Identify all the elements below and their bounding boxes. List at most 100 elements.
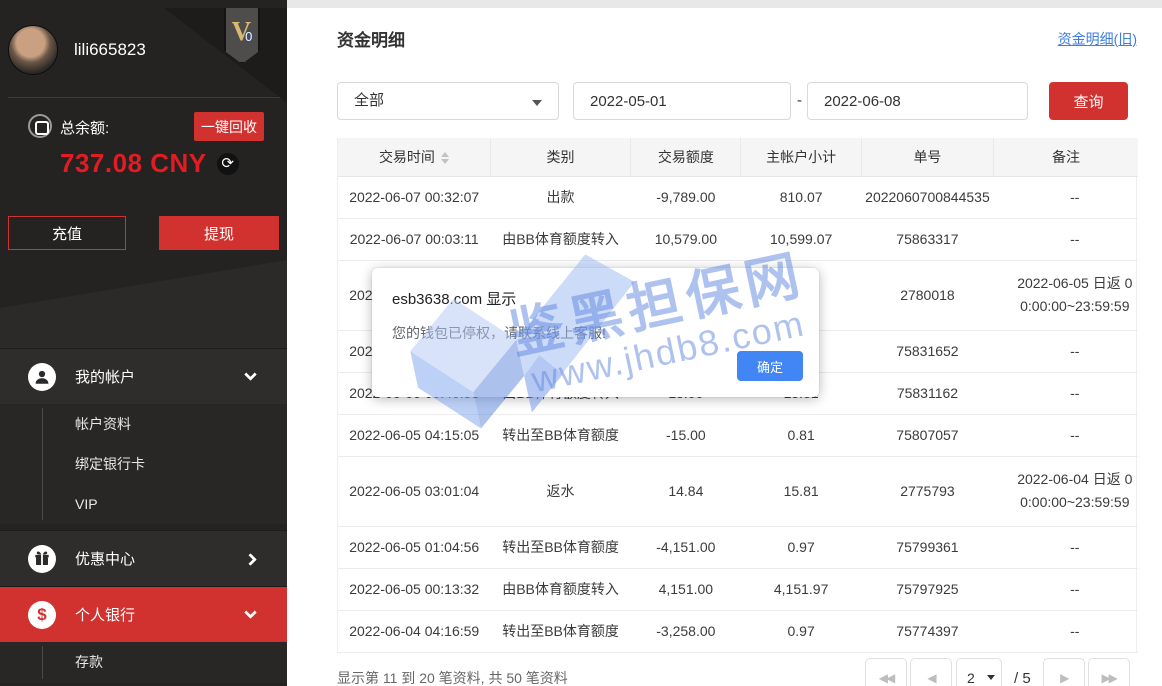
wallet-actions: 充值 提现: [8, 216, 279, 250]
table-row: 2022-06-05 00:13:32由BB体育额度转入4,151.004,15…: [338, 568, 1138, 610]
cell-order-no: 75797925: [861, 568, 993, 610]
cell-amount: -3,258.00: [631, 610, 741, 652]
filter-bar: 全部 - 查询: [337, 82, 1137, 120]
cell-category: 由BB体育额度转入: [490, 568, 630, 610]
sidebar-item-deposit[interactable]: 存款: [0, 642, 287, 682]
cell-amount: 4,151.00: [631, 568, 741, 610]
cell-order-no: 2775793: [861, 456, 993, 526]
cell-order-no: 2780018: [861, 260, 993, 330]
cell-amount: -9,789.00: [631, 176, 741, 218]
cell-subtotal: 15.81: [741, 456, 861, 526]
cell-time: 2022-06-07 00:03:11: [338, 218, 490, 260]
chevron-down-icon: [244, 368, 257, 381]
dollar-icon: $: [28, 601, 56, 629]
cell-note: --: [994, 526, 1138, 568]
type-select[interactable]: 全部: [337, 82, 559, 120]
cell-note: --: [994, 330, 1138, 372]
avatar[interactable]: [8, 25, 58, 75]
page-title: 资金明细: [337, 26, 405, 51]
main-header: 资金明细 资金明细(旧): [337, 26, 1137, 51]
prev-page-button[interactable]: ◀: [910, 658, 952, 686]
divider: [8, 97, 280, 98]
type-select-value: 全部: [354, 92, 384, 109]
username: lili665823: [74, 40, 146, 60]
table-row: 2022-06-07 00:32:07出款-9,789.00810.072022…: [338, 176, 1138, 218]
vip-level: 0: [245, 29, 252, 44]
cell-time: 2022-06-07 00:32:07: [338, 176, 490, 218]
dialog-message: 您的钱包已停权，请联系线上客服!: [392, 323, 606, 343]
header-amount: 交易额度: [631, 138, 741, 176]
sidebar-decoration: [0, 248, 287, 348]
sort-icon[interactable]: [441, 152, 449, 164]
sidebar-item-label: 个人银行: [75, 604, 135, 625]
sidebar-item-personal-bank[interactable]: $ 个人银行: [0, 586, 287, 642]
cell-subtotal: 10,599.07: [741, 218, 861, 260]
withdraw-button[interactable]: 提现: [159, 216, 279, 250]
refresh-icon[interactable]: ⟳: [217, 153, 239, 175]
date-to-input[interactable]: [807, 82, 1028, 120]
dialog-title: esb3638.com 显示: [392, 288, 516, 309]
cell-subtotal: 0.81: [741, 414, 861, 456]
cell-time: 2022-06-05 03:01:04: [338, 456, 490, 526]
cell-subtotal: 0.97: [741, 526, 861, 568]
table-row: 2022-06-05 03:01:04返水14.8415.81277579320…: [338, 456, 1138, 526]
cell-order-no: 75799361: [861, 526, 993, 568]
header-transaction-time[interactable]: 交易时间: [338, 138, 490, 176]
cell-subtotal: 810.07: [741, 176, 861, 218]
sidebar-item-vip[interactable]: VIP: [0, 484, 287, 524]
table-row: 2022-06-04 04:16:59转出至BB体育额度-3,258.000.9…: [338, 610, 1138, 652]
cell-amount: 10,579.00: [631, 218, 741, 260]
last-page-button[interactable]: ▶▶: [1088, 658, 1130, 686]
cell-category: 转出至BB体育额度: [490, 610, 630, 652]
header-note: 备注: [994, 138, 1138, 176]
cell-category: 返水: [490, 456, 630, 526]
sidebar-item-promotions[interactable]: 优惠中心: [0, 530, 287, 586]
cell-order-no: 75831162: [861, 372, 993, 414]
balance-label: 总余额:: [60, 117, 109, 138]
cell-order-no: 75807057: [861, 414, 993, 456]
cell-category: 转出至BB体育额度: [490, 526, 630, 568]
user-profile: lili665823: [8, 25, 146, 75]
cell-note: 2022-06-04 日返 00:00:00~23:59:59: [994, 456, 1138, 526]
sidebar: V 0 lili665823 总余额: 一键回收 737.08 CNY ⟳ 充值…: [0, 0, 287, 686]
cell-order-no: 75774397: [861, 610, 993, 652]
page-select[interactable]: 2: [956, 658, 1002, 686]
first-page-button[interactable]: ◀◀: [865, 658, 907, 686]
dialog-confirm-button[interactable]: 确定: [737, 351, 803, 381]
gift-icon: [28, 545, 56, 573]
page-select-wrap: 2: [956, 658, 1002, 686]
cell-category: 由BB体育额度转入: [490, 218, 630, 260]
sidebar-item-account-info[interactable]: 帐户资料: [0, 404, 287, 444]
balance-row: 总余额: 一键回收: [0, 112, 287, 142]
search-button[interactable]: 查询: [1049, 82, 1128, 120]
cell-category: 转出至BB体育额度: [490, 414, 630, 456]
chevron-down-icon: [244, 606, 257, 619]
header-subtotal: 主帐户小计: [741, 138, 861, 176]
table-row: 2022-06-05 04:15:05转出至BB体育额度-15.000.8175…: [338, 414, 1138, 456]
date-separator: -: [797, 92, 802, 109]
cell-order-no: 75863317: [861, 218, 993, 260]
cell-amount: -4,151.00: [631, 526, 741, 568]
submenu-my-account: 帐户资料 绑定银行卡 VIP: [0, 404, 287, 524]
date-from-input[interactable]: [573, 82, 791, 120]
funds-detail-legacy-link[interactable]: 资金明细(旧): [1058, 29, 1137, 49]
deposit-button[interactable]: 充值: [8, 216, 126, 250]
one-key-recycle-button[interactable]: 一键回收: [194, 112, 264, 141]
chevron-right-icon: [244, 553, 257, 566]
sidebar-decoration: [137, 8, 287, 103]
caret-down-icon: [532, 100, 542, 106]
cell-note: --: [994, 218, 1138, 260]
submenu-personal-bank: 存款: [0, 642, 287, 683]
cell-order-no: 2022060700844535: [861, 176, 993, 218]
sidebar-item-bind-bank-card[interactable]: 绑定银行卡: [0, 444, 287, 484]
cell-note: 2022-06-05 日返 00:00:00~23:59:59: [994, 260, 1138, 330]
cell-note: --: [994, 610, 1138, 652]
next-page-button[interactable]: ▶: [1043, 658, 1085, 686]
cell-category: 出款: [490, 176, 630, 218]
cell-time: 2022-06-04 04:16:59: [338, 610, 490, 652]
cell-time: 2022-06-05 00:13:32: [338, 568, 490, 610]
cell-amount: 14.84: [631, 456, 741, 526]
table-row: 2022-06-07 00:03:11由BB体育额度转入10,579.0010,…: [338, 218, 1138, 260]
sidebar-item-my-account[interactable]: 我的帐户: [0, 348, 287, 404]
summary-text: 显示第 11 到 20 笔资料, 共 50 笔资料: [337, 668, 568, 686]
